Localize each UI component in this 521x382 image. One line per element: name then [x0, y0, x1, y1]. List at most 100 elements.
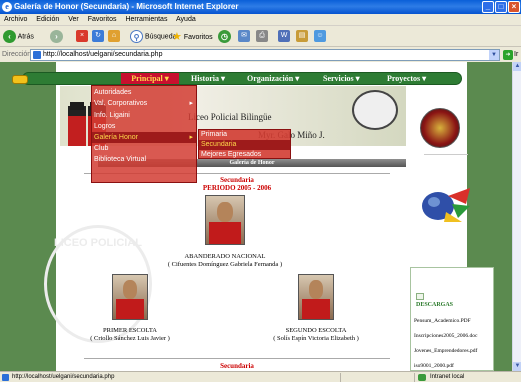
nav-principal[interactable]: Principal ▾	[121, 73, 179, 84]
menu-item-info-ligaini[interactable]: Info. Ligaini	[92, 110, 196, 121]
address-bar: Dirección http://localhost/uelgani/secun…	[0, 48, 521, 62]
minimize-button[interactable]: _	[482, 1, 494, 13]
chevron-right-icon: ▸	[189, 100, 193, 107]
stop-button[interactable]: ×	[76, 30, 88, 44]
banner-title: Liceo Policial Bilingüe	[188, 112, 272, 122]
nav-proyectos[interactable]: Proyectos ▾	[387, 73, 426, 84]
print-button[interactable]: ⎙	[256, 30, 268, 44]
abanderado-role: ABANDERADO NACIONAL	[184, 253, 266, 260]
site-logo[interactable]	[12, 75, 28, 84]
go-arrow-icon[interactable]: ➜	[503, 50, 513, 60]
messenger-icon: ☺	[314, 30, 326, 43]
menu-item-val-corporativos[interactable]: Val. Corporativos ▸	[92, 98, 196, 109]
segundo-escolta-name: ( Solís Espín Victoria Elizabeth )	[273, 335, 359, 342]
page-icon	[33, 51, 41, 59]
address-value: http://localhost/uelgani/secundaria.php	[43, 51, 163, 58]
favorites-button[interactable]: ★ Favoritos	[172, 30, 213, 44]
favorites-label: Favoritos	[183, 33, 213, 41]
menu-item-autoridades[interactable]: Autoridades	[92, 87, 196, 98]
security-zone: Intranet local	[418, 372, 464, 382]
next-heading: Secundaria	[220, 362, 254, 370]
page-viewport: Principal ▾ Historia ▾ Organización ▾ Se…	[0, 62, 512, 371]
history-icon: ◷	[218, 30, 231, 43]
menu-item-galeria-honor[interactable]: Galería Honor ▸	[92, 132, 196, 143]
ie-icon: e	[2, 2, 12, 12]
site-nav: Principal ▾ Historia ▾ Organización ▾ Se…	[22, 72, 462, 85]
address-field[interactable]: http://localhost/uelgani/secundaria.php …	[30, 49, 500, 61]
mail-button[interactable]: ✉	[238, 30, 250, 44]
edit-icon: W	[278, 30, 290, 43]
segundo-escolta-role: SEGUNDO ESCOLTA	[285, 327, 347, 334]
nav-servicios[interactable]: Servicios ▾	[323, 73, 360, 84]
status-bar: http://localhost/uelgani/secundaria.php …	[0, 371, 521, 382]
cadet-image	[68, 102, 86, 146]
divider	[414, 373, 415, 382]
back-button[interactable]: ‹ Atrás	[3, 30, 34, 44]
abanderado-photo	[205, 195, 245, 245]
primer-escolta-photo	[112, 274, 148, 320]
discuss-icon: ▤	[296, 30, 308, 43]
primer-escolta-role: PRIMER ESCOLTA	[103, 327, 157, 334]
submenu-item-mejores-egresados[interactable]: Mejores Egresados	[199, 150, 290, 160]
scroll-down-icon[interactable]: ▼	[513, 362, 521, 371]
divider	[424, 154, 468, 155]
refresh-button[interactable]: ↻	[92, 30, 104, 44]
menu-herramientas[interactable]: Herramientas	[125, 16, 167, 23]
back-arrow-icon: ‹	[3, 30, 16, 43]
divider	[84, 358, 390, 359]
star-icon: ★	[172, 31, 182, 43]
back-label: Atrás	[17, 33, 34, 41]
download-link[interactable]: Inscripciones2005_2006.doc	[414, 333, 477, 339]
messenger-button[interactable]: ☺	[314, 30, 326, 44]
galeria-submenu: Primaria Secundaria Mejores Egresados	[198, 129, 291, 159]
download-link[interactable]: iso9001_2000.pdf	[414, 363, 454, 369]
forward-arrow-icon: ›	[50, 30, 63, 43]
download-link[interactable]: Pensum_Academico.PDF	[414, 318, 471, 324]
globe-image	[422, 188, 470, 222]
menu-ayuda[interactable]: Ayuda	[176, 16, 196, 23]
download-link[interactable]: Jovenes_Emprendedores.pdf	[414, 348, 477, 354]
status-text: http://localhost/uelgani/secundaria.php	[12, 374, 115, 380]
submenu-item-secundaria[interactable]: Secundaria	[199, 140, 290, 150]
menu-item-logros[interactable]: Logros	[92, 121, 196, 132]
history-button[interactable]: ◷	[218, 30, 231, 44]
submenu-item-primaria[interactable]: Primaria	[199, 130, 290, 140]
menu-item-club[interactable]: Club	[92, 143, 196, 154]
school-emblem	[420, 108, 460, 148]
menu-item-biblioteca-virtual[interactable]: Biblioteca Virtual	[92, 154, 196, 165]
nav-organizacion[interactable]: Organización ▾	[247, 73, 299, 84]
intranet-icon	[418, 374, 426, 381]
window-title: Galería de Honor (Secundaria) - Microsof…	[14, 2, 239, 11]
scroll-up-icon[interactable]: ▲	[513, 62, 521, 71]
home-button[interactable]: ⌂	[108, 30, 120, 44]
stop-icon: ×	[76, 30, 88, 43]
menu-favoritos[interactable]: Favoritos	[88, 16, 117, 23]
search-icon: ⚲	[130, 30, 143, 43]
mail-icon: ✉	[238, 30, 250, 43]
segundo-escolta-photo	[298, 274, 334, 320]
maximize-button[interactable]: □	[495, 1, 507, 13]
discuss-button[interactable]: ▤	[296, 30, 308, 44]
nav-historia[interactable]: Historia ▾	[191, 73, 225, 84]
close-button[interactable]: ×	[508, 1, 520, 13]
menu-edicion[interactable]: Edición	[36, 16, 59, 23]
chevron-down-icon[interactable]: ▼	[489, 50, 499, 60]
principal-dropdown: Autoridades Val. Corporativos ▸ Info. Li…	[91, 85, 197, 183]
home-icon: ⌂	[108, 30, 120, 43]
forward-button[interactable]: ›	[50, 30, 63, 44]
page-icon	[2, 374, 9, 381]
menu-ver[interactable]: Ver	[68, 16, 79, 23]
print-icon: ⎙	[256, 30, 268, 43]
menu-archivo[interactable]: Archivo	[4, 16, 27, 23]
police-shield-logo	[352, 90, 398, 130]
abanderado-name: ( Cifuentes Domínguez Gabriela Fernanda …	[167, 261, 283, 268]
zone-label: Intranet local	[430, 374, 465, 380]
chevron-right-icon: ▸	[189, 134, 193, 141]
search-button[interactable]: ⚲ Búsqueda	[130, 30, 176, 44]
go-button[interactable]: Ir	[514, 48, 518, 62]
primer-escolta-name: ( Criollo Sánchez Luis Javier )	[90, 335, 170, 342]
period-label: PERIODO 2005 - 2006	[202, 184, 272, 192]
refresh-icon: ↻	[92, 30, 104, 43]
edit-button[interactable]: W	[278, 30, 290, 44]
vertical-scrollbar[interactable]: ▲ ▼	[512, 62, 521, 371]
